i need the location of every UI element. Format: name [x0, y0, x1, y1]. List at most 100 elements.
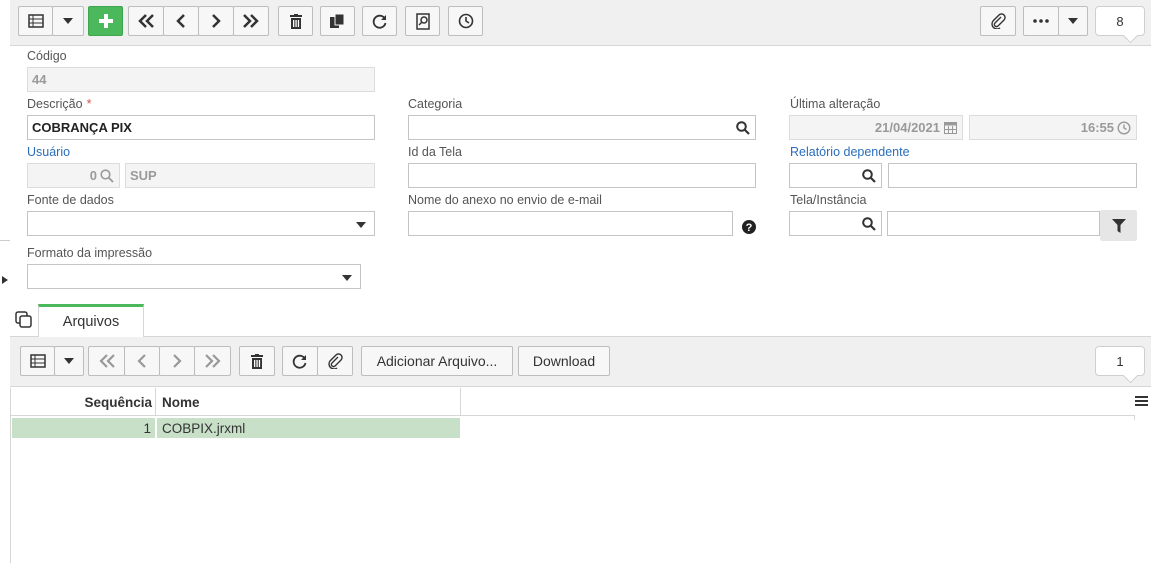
- usuario-name: SUP: [130, 168, 157, 183]
- column-menu-icon[interactable]: [1135, 394, 1149, 408]
- next-icon: [173, 354, 182, 368]
- id-tela-field[interactable]: [408, 163, 756, 188]
- files-previous-button[interactable]: [124, 346, 160, 376]
- files-grid-view-button[interactable]: [20, 346, 55, 376]
- next-record-button[interactable]: [198, 6, 234, 36]
- column-header-nome[interactable]: Nome: [156, 388, 461, 416]
- search-icon[interactable]: [736, 121, 750, 135]
- required-marker: *: [86, 97, 92, 111]
- last-record-button[interactable]: [233, 6, 269, 36]
- filter-button[interactable]: [1100, 210, 1137, 241]
- filter-icon: [1111, 218, 1126, 233]
- search-icon[interactable]: [862, 169, 876, 183]
- svg-text:?: ?: [746, 222, 753, 234]
- relatorio-dependente-label[interactable]: Relatório dependente: [790, 145, 910, 159]
- view-dropdown-button[interactable]: [52, 6, 84, 36]
- attachment-icon: [328, 353, 343, 369]
- usuario-label[interactable]: Usuário: [27, 145, 70, 159]
- files-refresh-button[interactable]: [282, 346, 318, 376]
- add-button[interactable]: [88, 6, 123, 36]
- tela-instancia-name-field[interactable]: [887, 211, 1100, 236]
- copy-icon: [330, 13, 345, 28]
- usuario-id: 0: [89, 168, 97, 183]
- fonte-dados-label: Fonte de dados: [27, 193, 114, 207]
- calendar-icon: [944, 122, 957, 134]
- ultima-alteracao-label: Última alteração: [790, 97, 881, 111]
- chevron-down-icon: [342, 275, 352, 281]
- grid-view-button[interactable]: [18, 6, 53, 36]
- first-icon: [98, 354, 115, 368]
- dropdown-caret-icon: [1068, 18, 1078, 24]
- more-dropdown-button[interactable]: [1058, 6, 1088, 36]
- dropdown-caret-icon: [64, 358, 74, 364]
- files-attachment-button[interactable]: [317, 346, 353, 376]
- nome-anexo-field[interactable]: [408, 211, 733, 236]
- grid-view-icon: [29, 354, 46, 368]
- help-icon[interactable]: ?: [742, 220, 756, 234]
- delete-icon: [289, 13, 302, 29]
- table-row[interactable]: 1 COBPIX.jrxml: [11, 418, 461, 438]
- codigo-value: 44: [32, 72, 47, 87]
- chevron-down-icon: [356, 222, 366, 228]
- first-record-button[interactable]: [128, 6, 164, 36]
- files-view-dropdown-button[interactable]: [54, 346, 84, 376]
- codigo-label: Código: [27, 49, 67, 63]
- delete-button[interactable]: [278, 6, 313, 36]
- history-button[interactable]: [448, 6, 483, 36]
- ultima-alteracao-date: 21/04/2021: [874, 120, 940, 135]
- dropdown-caret-icon: [63, 18, 73, 24]
- tab-arquivos[interactable]: Arquivos: [38, 304, 144, 337]
- fonte-dados-select[interactable]: [27, 211, 375, 236]
- usuario-id-field: 0: [27, 163, 120, 188]
- attachment-icon: [991, 13, 1006, 29]
- grid-header: Sequência Nome: [11, 388, 1135, 416]
- ultima-alteracao-time-field: 16:55: [969, 115, 1137, 140]
- codigo-field: 44: [27, 67, 375, 92]
- usuario-name-field: SUP: [125, 163, 375, 188]
- search-icon[interactable]: [862, 217, 876, 231]
- formato-impressao-select[interactable]: [27, 264, 361, 289]
- previous-icon: [137, 354, 146, 368]
- copy-button[interactable]: [320, 6, 355, 36]
- relatorio-dependente-id-field[interactable]: [789, 163, 882, 188]
- files-next-button[interactable]: [159, 346, 195, 376]
- grid-view-icon: [27, 14, 44, 28]
- ultima-alteracao-time: 16:55: [1080, 120, 1114, 135]
- more-icon: [1033, 19, 1049, 23]
- categoria-field[interactable]: [408, 115, 756, 140]
- tela-instancia-id-field[interactable]: [789, 211, 882, 236]
- files-last-button[interactable]: [194, 346, 231, 376]
- refresh-button[interactable]: [362, 6, 397, 36]
- column-header-sequencia[interactable]: Sequência: [11, 388, 156, 416]
- files-first-button[interactable]: [88, 346, 125, 376]
- descricao-field[interactable]: COBRANÇA PIX: [27, 115, 375, 140]
- attachment-button[interactable]: [980, 6, 1016, 36]
- files-delete-button[interactable]: [239, 346, 275, 376]
- descricao-label: Descrição *: [27, 97, 92, 111]
- duplicate-window-icon[interactable]: [15, 311, 33, 329]
- last-icon: [204, 354, 221, 368]
- refresh-icon: [292, 354, 307, 369]
- nome-anexo-label: Nome do anexo no envio de e-mail: [408, 193, 602, 207]
- next-icon: [212, 14, 221, 28]
- download-button[interactable]: Download: [518, 346, 610, 376]
- add-file-button[interactable]: Adicionar Arquivo...: [361, 346, 513, 376]
- more-options-button[interactable]: [1023, 6, 1059, 36]
- previous-record-button[interactable]: [163, 6, 199, 36]
- categoria-label: Categoria: [408, 97, 463, 111]
- id-tela-label: Id da Tela: [408, 145, 462, 159]
- main-toolbar: 8: [10, 0, 1151, 46]
- previous-icon: [176, 14, 185, 28]
- files-record-counter: 1: [1095, 346, 1145, 376]
- search-icon[interactable]: [100, 169, 114, 183]
- cell-sequencia: 1: [12, 418, 155, 438]
- search-document-icon: [415, 12, 430, 30]
- ultima-alteracao-date-field: 21/04/2021: [789, 115, 963, 140]
- delete-icon: [251, 353, 263, 369]
- tela-instancia-label: Tela/Instância: [790, 193, 867, 207]
- refresh-icon: [372, 14, 386, 29]
- left-splitter: [0, 240, 10, 241]
- relatorio-dependente-name-field[interactable]: [888, 163, 1137, 188]
- expand-arrow-icon[interactable]: [2, 276, 8, 284]
- search-document-button[interactable]: [405, 6, 440, 36]
